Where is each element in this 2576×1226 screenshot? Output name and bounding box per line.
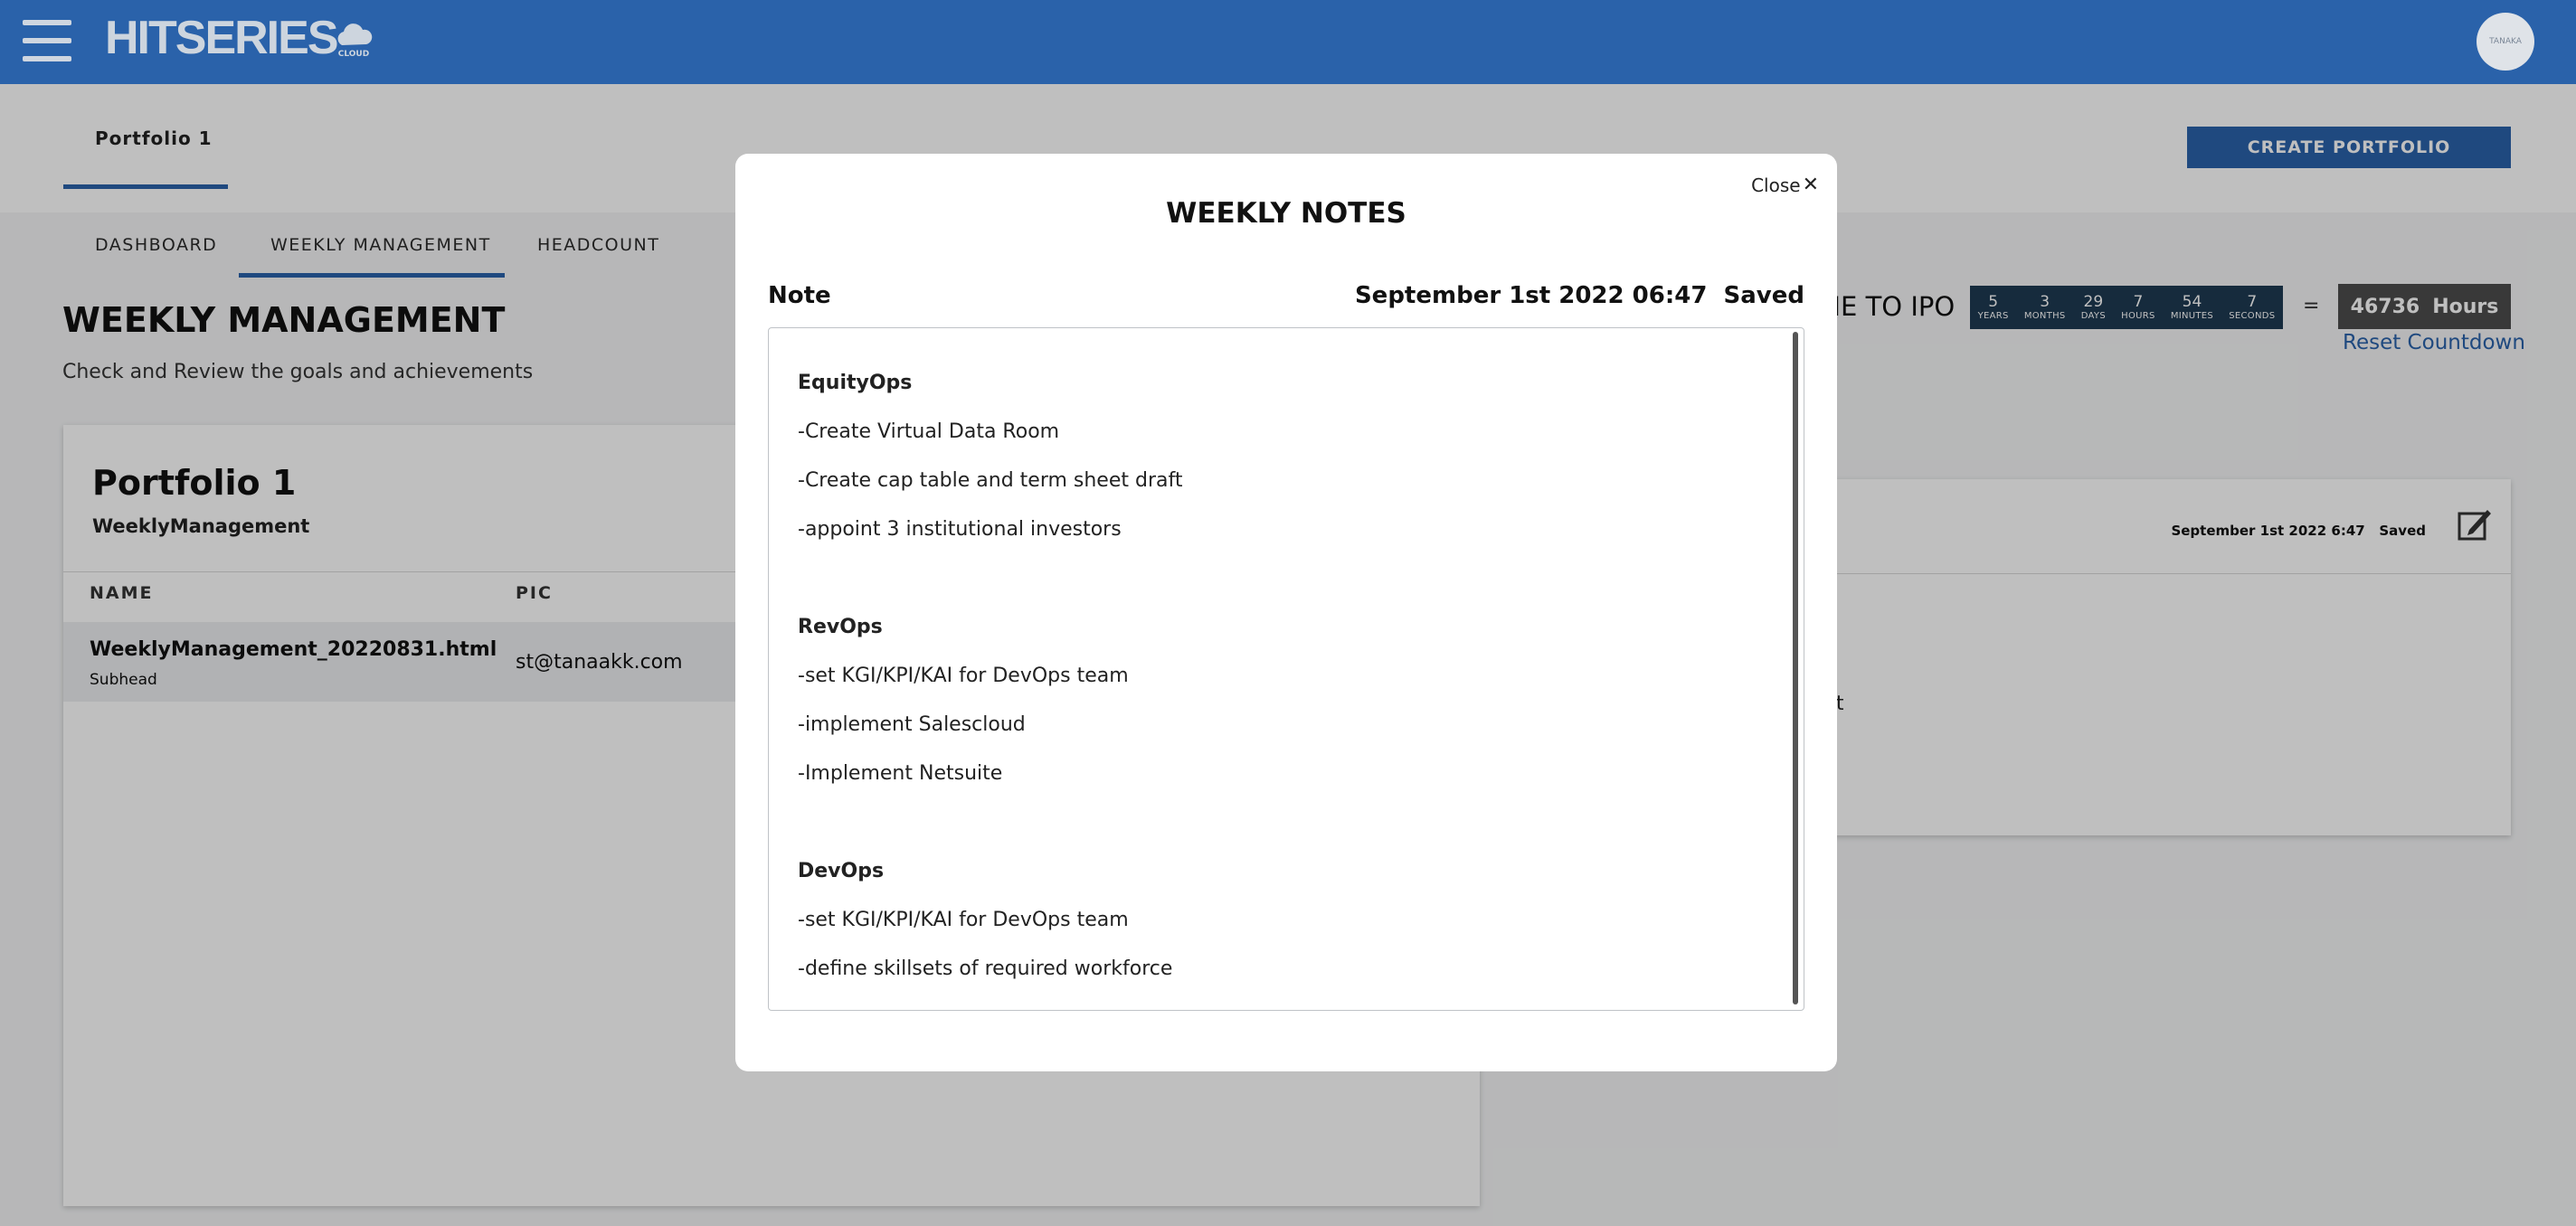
note-line: -appoint 3 institutional investors	[798, 518, 1122, 541]
note-heading: RevOps	[798, 616, 883, 638]
note-label: Note	[768, 282, 831, 309]
modal-title: WEEKLY NOTES	[1166, 197, 1406, 230]
note-content: EquityOps -Create Virtual Data Room -Cre…	[798, 359, 1182, 994]
note-date: September 1st 2022 06:47	[1354, 282, 1708, 309]
note-line: -Implement Netsuite	[798, 762, 1003, 785]
cloud-logo-icon: CLOUD	[337, 24, 373, 59]
note-editor[interactable]: EquityOps -Create Virtual Data Room -Cre…	[768, 327, 1804, 1011]
close-label: Close	[1751, 174, 1801, 196]
note-line: -define skillsets of required workforce	[798, 957, 1173, 980]
close-icon: ✕	[1802, 174, 1819, 196]
note-blank-line	[798, 554, 1182, 603]
note-meta: September 1st 2022 06:47 Saved	[1355, 282, 1804, 309]
logo-sub-text: CLOUD	[338, 50, 369, 59]
note-line: -set KGI/KPI/KAI for DevOps team	[798, 909, 1129, 931]
user-avatar[interactable]: TANAKA	[2477, 13, 2534, 71]
note-heading: EquityOps	[798, 372, 913, 394]
note-scrollbar[interactable]	[1793, 332, 1798, 1004]
note-line: -Create cap table and term sheet draft	[798, 469, 1183, 492]
note-line: -set KGI/KPI/KAI for DevOps team	[798, 665, 1129, 687]
note-status: Saved	[1723, 282, 1804, 309]
note-blank-line	[798, 798, 1182, 847]
top-navigation-bar: HITSERIES CLOUD TANAKA	[0, 0, 2576, 84]
close-button[interactable]: Close ✕	[1751, 174, 1819, 196]
hamburger-menu-icon[interactable]	[23, 20, 71, 61]
avatar-text: TANAKA	[2489, 37, 2522, 46]
note-heading: DevOps	[798, 860, 885, 882]
logo-text: HITSERIES	[105, 12, 338, 64]
note-line: -Create Virtual Data Room	[798, 420, 1060, 443]
note-line: -implement Salescloud	[798, 713, 1026, 736]
weekly-notes-modal: Close ✕ WEEKLY NOTES Note September 1st …	[735, 154, 1837, 1071]
